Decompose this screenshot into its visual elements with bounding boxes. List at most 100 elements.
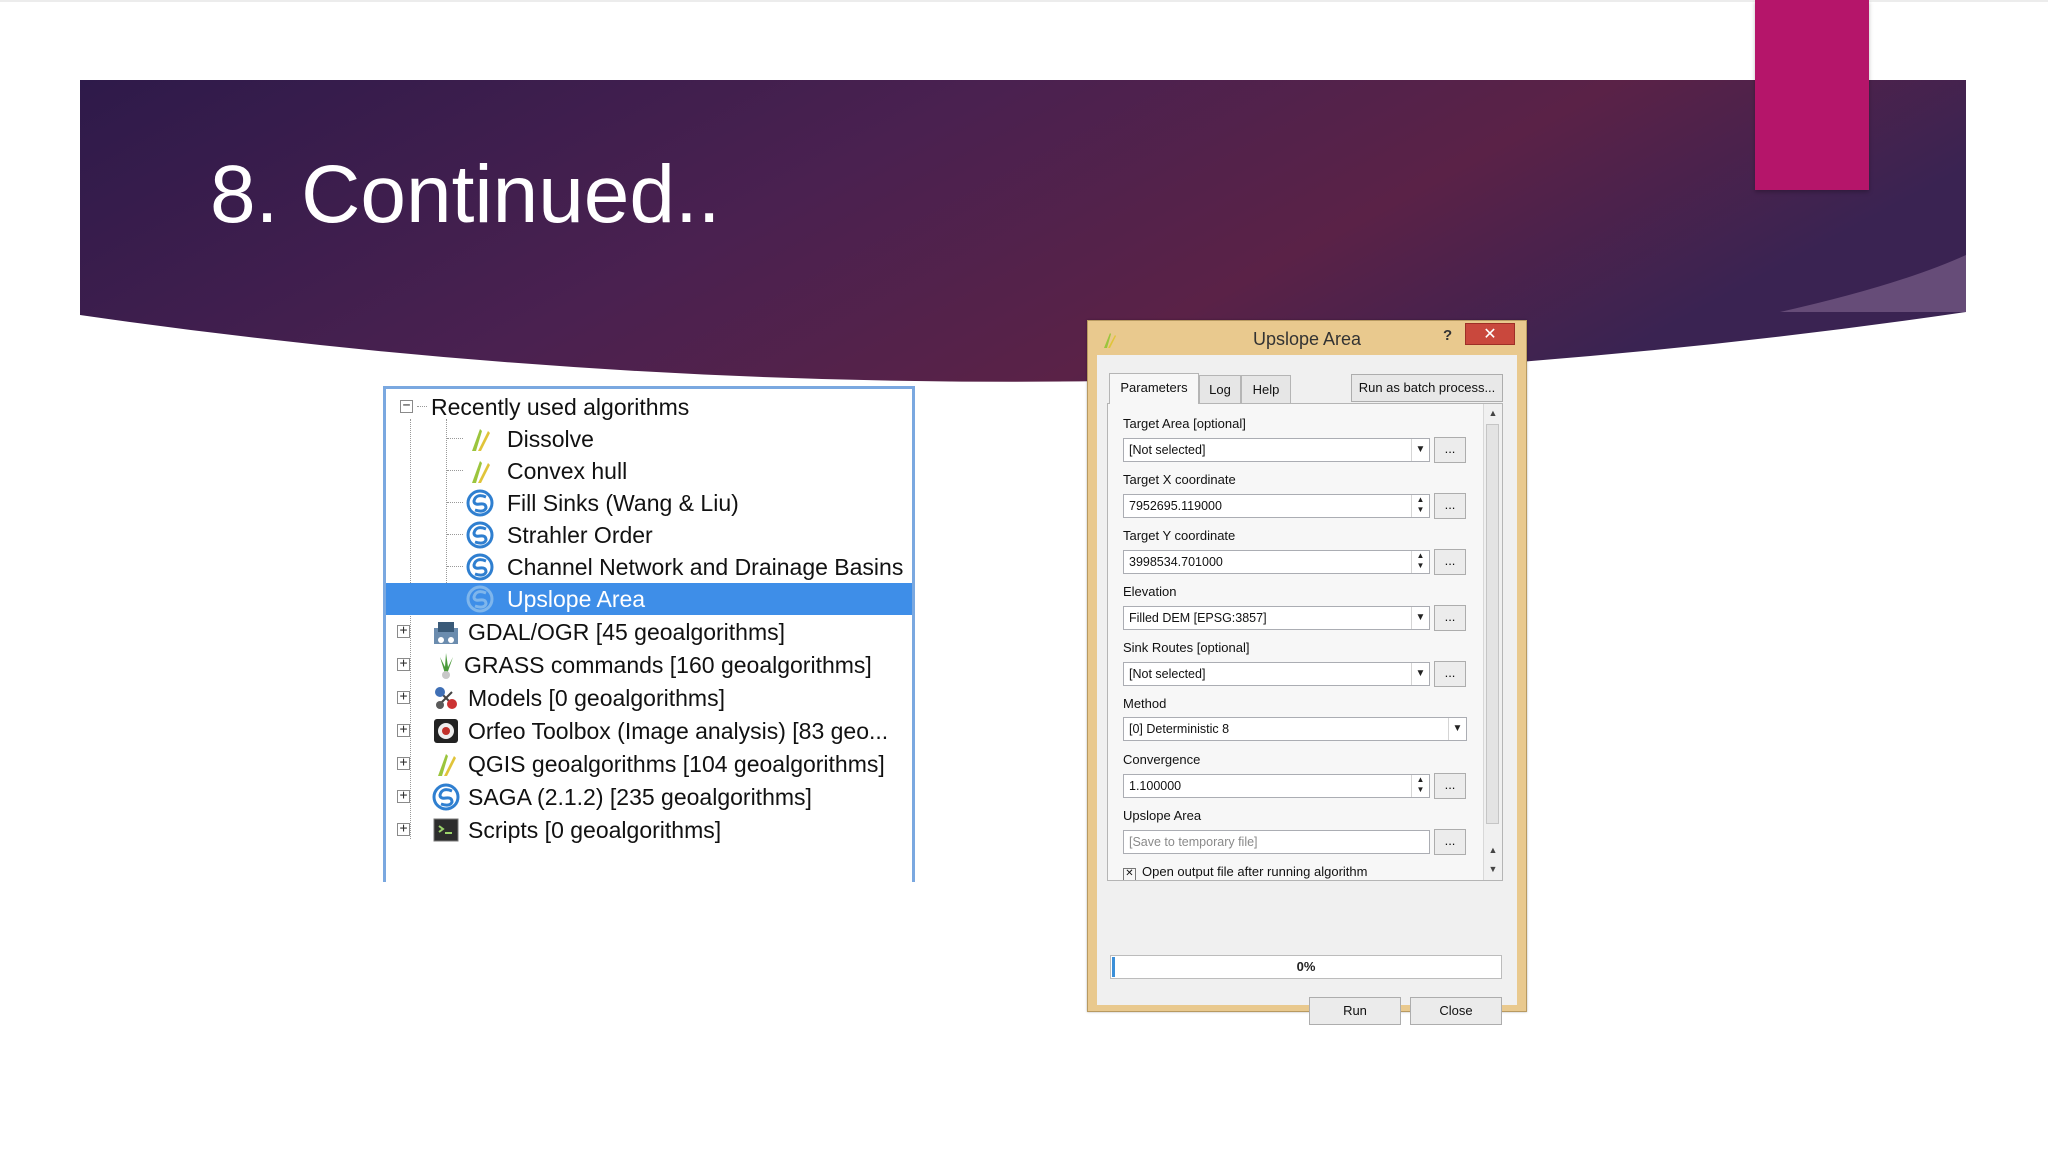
elevation-browse-button[interactable]: ... xyxy=(1434,605,1466,631)
tree-group-gdal[interactable]: + GDAL/OGR [45 geoalgorithms] xyxy=(386,616,912,648)
checkbox-checked-icon[interactable]: ✕ xyxy=(1123,868,1136,880)
target-y-browse-button[interactable]: ... xyxy=(1434,549,1466,575)
convergence-browse-button[interactable]: ... xyxy=(1434,773,1466,799)
field-value: 3998534.701000 xyxy=(1129,555,1223,569)
param-label: Target Area [optional] xyxy=(1123,416,1246,431)
spin-arrows-icon[interactable]: ▲ ▼ xyxy=(1411,775,1429,797)
dialog-title: Upslope Area xyxy=(1252,329,1362,349)
tree-group-label: GRASS commands [160 geoalgorithms] xyxy=(464,652,872,678)
elevation-combo[interactable]: Filled DEM [EPSG:3857] ▼ xyxy=(1123,606,1430,630)
chevron-down-icon[interactable]: ▼ xyxy=(1411,663,1429,685)
field-value: [Not selected] xyxy=(1129,667,1206,681)
progress-fill xyxy=(1112,957,1115,977)
parameters-scrollbar[interactable]: ▲ ▲ ▼ xyxy=(1483,404,1502,880)
accent-tab xyxy=(1755,0,1869,190)
expand-icon[interactable]: + xyxy=(397,723,410,737)
saga-icon xyxy=(466,585,494,613)
expand-icon[interactable]: + xyxy=(397,789,410,803)
gdal-icon xyxy=(434,622,458,644)
spin-arrows-icon[interactable]: ▲ ▼ xyxy=(1411,551,1429,573)
tree-item-label: Convex hull xyxy=(507,458,628,484)
qgis-icon xyxy=(472,461,490,483)
param-label: Target Y coordinate xyxy=(1123,528,1236,543)
scripts-icon xyxy=(433,818,459,842)
tree-item-dissolve[interactable]: Dissolve xyxy=(386,423,912,455)
tab-log[interactable]: Log xyxy=(1199,375,1241,403)
tree-group-label: QGIS geoalgorithms [104 geoalgorithms] xyxy=(468,751,885,777)
convergence-input[interactable]: 1.100000 ▲ ▼ xyxy=(1123,774,1430,798)
target-area-combo[interactable]: [Not selected] ▼ xyxy=(1123,438,1430,462)
slide-title: 8. Continued.. xyxy=(210,149,721,240)
run-button[interactable]: Run xyxy=(1309,997,1401,1025)
tree-item-upslope-area[interactable]: Upslope Area xyxy=(386,583,912,615)
sink-routes-combo[interactable]: [Not selected] ▼ xyxy=(1123,662,1430,686)
tree-group-saga[interactable]: + SAGA (2.1.2) [235 geoalgorithms] xyxy=(386,781,912,813)
upslope-output-browse-button[interactable]: ... xyxy=(1434,829,1466,855)
scroll-up-icon[interactable]: ▲ xyxy=(1485,405,1501,421)
target-y-input[interactable]: 3998534.701000 ▲ ▼ xyxy=(1123,550,1430,574)
scroll-up-icon[interactable]: ▲ xyxy=(1485,842,1501,858)
param-label: Sink Routes [optional] xyxy=(1123,640,1250,655)
open-output-checkbox[interactable]: ✕ Open output file after running algorith… xyxy=(1123,864,1367,880)
scroll-thumb[interactable] xyxy=(1486,424,1499,824)
method-combo[interactable]: [0] Deterministic 8 ▼ xyxy=(1123,717,1467,741)
upslope-output-field[interactable]: [Save to temporary file] xyxy=(1123,830,1430,854)
tree-item-label: Upslope Area xyxy=(507,586,646,612)
close-button[interactable]: Close xyxy=(1410,997,1502,1025)
expand-icon[interactable]: + xyxy=(397,657,410,671)
expand-icon[interactable]: + xyxy=(397,690,410,704)
saga-icon xyxy=(466,489,494,517)
param-label: Method xyxy=(1123,696,1167,711)
progress-text: 0% xyxy=(1296,959,1316,974)
tree-item-label: Strahler Order xyxy=(507,522,653,548)
tree-group-scripts[interactable]: + Scripts [0 geoalgorithms] xyxy=(386,814,912,846)
otb-icon xyxy=(434,719,458,743)
processing-toolbox-tree[interactable]: − Recently used algorithms Dissolve Conv… xyxy=(383,386,915,882)
tree-item-label: Dissolve xyxy=(507,426,594,452)
tree-group-label: Orfeo Toolbox (Image analysis) [83 geo..… xyxy=(468,718,889,744)
tab-parameters[interactable]: Parameters xyxy=(1109,373,1199,404)
field-value: [Not selected] xyxy=(1129,443,1206,457)
tree-group-grass[interactable]: + GRASS commands [160 geoalgorithms] xyxy=(386,649,912,681)
tree-item-channel-network[interactable]: Channel Network and Drainage Basins xyxy=(386,551,912,583)
tab-help[interactable]: Help xyxy=(1241,375,1291,403)
target-x-input[interactable]: 7952695.119000 ▲ ▼ xyxy=(1123,494,1430,518)
param-label: Elevation xyxy=(1123,584,1177,599)
expand-icon[interactable]: + xyxy=(397,822,410,836)
tree-item-strahler-order[interactable]: Strahler Order xyxy=(386,519,912,551)
chevron-down-icon[interactable]: ▼ xyxy=(1411,439,1429,461)
tree-group-qgis[interactable]: + QGIS geoalgorithms [104 geoalgorithms] xyxy=(386,748,912,780)
expand-icon[interactable]: + xyxy=(397,624,410,638)
tree-group-models[interactable]: + Models [0 geoalgorithms] xyxy=(386,682,912,714)
help-icon[interactable]: ? xyxy=(1443,327,1452,344)
parameters-panel: Target Area [optional] [Not selected] ▼ … xyxy=(1107,403,1503,881)
param-label: Upslope Area xyxy=(1123,808,1202,823)
tree-group-label: Scripts [0 geoalgorithms] xyxy=(468,817,722,843)
close-icon[interactable]: ✕ xyxy=(1465,323,1515,345)
target-x-browse-button[interactable]: ... xyxy=(1434,493,1466,519)
target-area-browse-button[interactable]: ... xyxy=(1434,437,1466,463)
spin-arrows-icon[interactable]: ▲ ▼ xyxy=(1411,495,1429,517)
saga-icon xyxy=(466,521,494,549)
tree-item-label: Fill Sinks (Wang & Liu) xyxy=(507,490,739,516)
field-value: 1.100000 xyxy=(1129,779,1182,793)
tree-item-fill-sinks[interactable]: Fill Sinks (Wang & Liu) xyxy=(386,487,912,519)
scroll-down-icon[interactable]: ▼ xyxy=(1485,861,1501,877)
sink-routes-browse-button[interactable]: ... xyxy=(1434,661,1466,687)
tree-group-orfeo[interactable]: + Orfeo Toolbox (Image analysis) [83 geo… xyxy=(386,715,912,747)
chevron-down-icon[interactable]: ▼ xyxy=(1411,607,1429,629)
field-value: Filled DEM [EPSG:3857] xyxy=(1129,611,1267,625)
collapse-icon[interactable]: − xyxy=(400,399,413,413)
expand-icon[interactable]: + xyxy=(397,756,410,770)
tree-group-label: Recently used algorithms xyxy=(431,394,690,420)
chevron-down-icon[interactable]: ▼ xyxy=(1448,718,1466,740)
run-as-batch-button[interactable]: Run as batch process... xyxy=(1351,374,1503,402)
progress-bar: 0% xyxy=(1110,955,1502,979)
upslope-area-dialog: Upslope Area ? ✕ Parameters Log Help Run… xyxy=(1087,320,1527,1025)
saga-icon xyxy=(432,783,460,811)
tree-group-label: Models [0 geoalgorithms] xyxy=(468,685,725,711)
tree-group-recent[interactable]: − Recently used algorithms xyxy=(386,391,912,423)
qgis-icon xyxy=(438,754,456,776)
tree-item-convex-hull[interactable]: Convex hull xyxy=(386,455,912,487)
tree-group-label: GDAL/OGR [45 geoalgorithms] xyxy=(468,619,786,645)
